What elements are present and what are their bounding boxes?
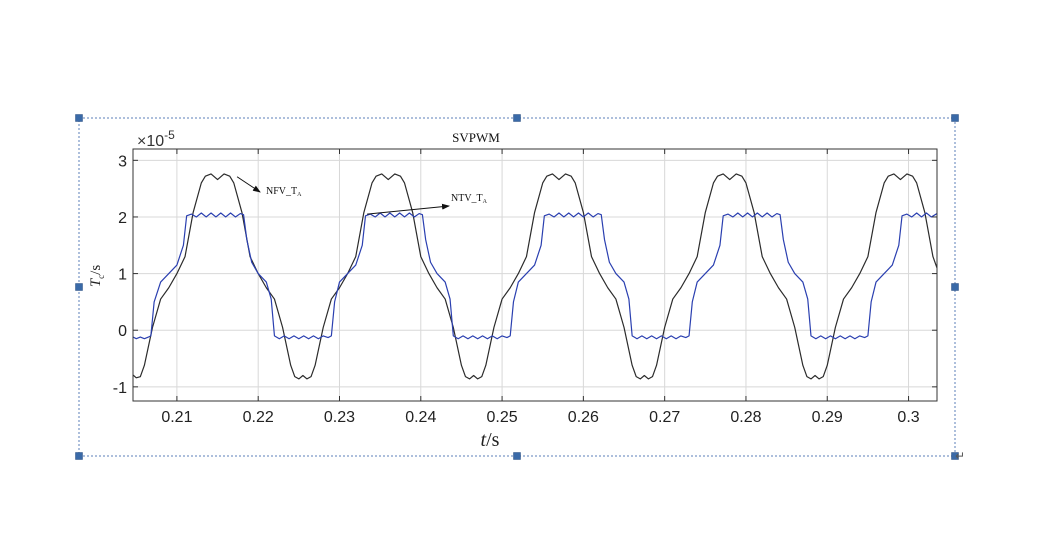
y-axis-label-unit: /s (88, 265, 104, 275)
y-tick-label: 2 (118, 210, 127, 227)
annotation-subscript: A (483, 199, 488, 205)
resize-handle (513, 452, 521, 460)
x-tick-label: 0.21 (161, 409, 192, 426)
resize-handle (951, 283, 959, 291)
chart-title: SVPWM (452, 130, 500, 145)
resize-handle (75, 452, 83, 460)
y-multiplier-base: ×10 (137, 133, 164, 150)
x-tick-label: 0.27 (649, 409, 680, 426)
grid-lines (133, 149, 937, 401)
svg-text:Tc/s: Tc/s (88, 265, 106, 288)
paragraph-mark-icon: ↵ (955, 449, 965, 463)
y-tick-label: 0 (118, 323, 127, 340)
y-multiplier: ×10-5 (137, 128, 175, 150)
annotation-label: NTV_TA (451, 193, 488, 205)
x-tick-label: 0.28 (730, 409, 761, 426)
resize-handle (75, 114, 83, 122)
resize-handle (75, 283, 83, 291)
annotation-subscript: A (297, 192, 302, 198)
x-tick-label: 0.3 (897, 409, 919, 426)
x-tick-label: 0.24 (405, 409, 436, 426)
chart-canvas: 0.21 0.22 0.23 0.24 0.25 0.26 0.27 0.28 0.29 0.3 -… (75, 114, 965, 463)
x-axis-label-unit: /s (486, 429, 500, 451)
annotation-text: NTV_T (451, 193, 483, 204)
resize-handle (513, 114, 521, 122)
x-tick-label: 0.26 (568, 409, 599, 426)
plot-area (133, 149, 937, 401)
y-tick-label: 3 (118, 153, 127, 170)
x-axis-label: t/s (481, 429, 500, 451)
x-tick-label: 0.23 (324, 409, 355, 426)
y-tick-label: -1 (113, 380, 127, 397)
x-tick-label: 0.29 (812, 409, 843, 426)
resize-handle (951, 114, 959, 122)
annotation-label: NFV_TA (266, 186, 302, 198)
x-tick-label: 0.22 (243, 409, 274, 426)
y-axis-label: Tc/s (88, 265, 106, 288)
y-tick-label: 1 (118, 267, 127, 284)
annotation-text: NFV_T (266, 186, 297, 197)
x-tick-label: 0.25 (487, 409, 518, 426)
y-multiplier-exponent: -5 (164, 128, 175, 142)
